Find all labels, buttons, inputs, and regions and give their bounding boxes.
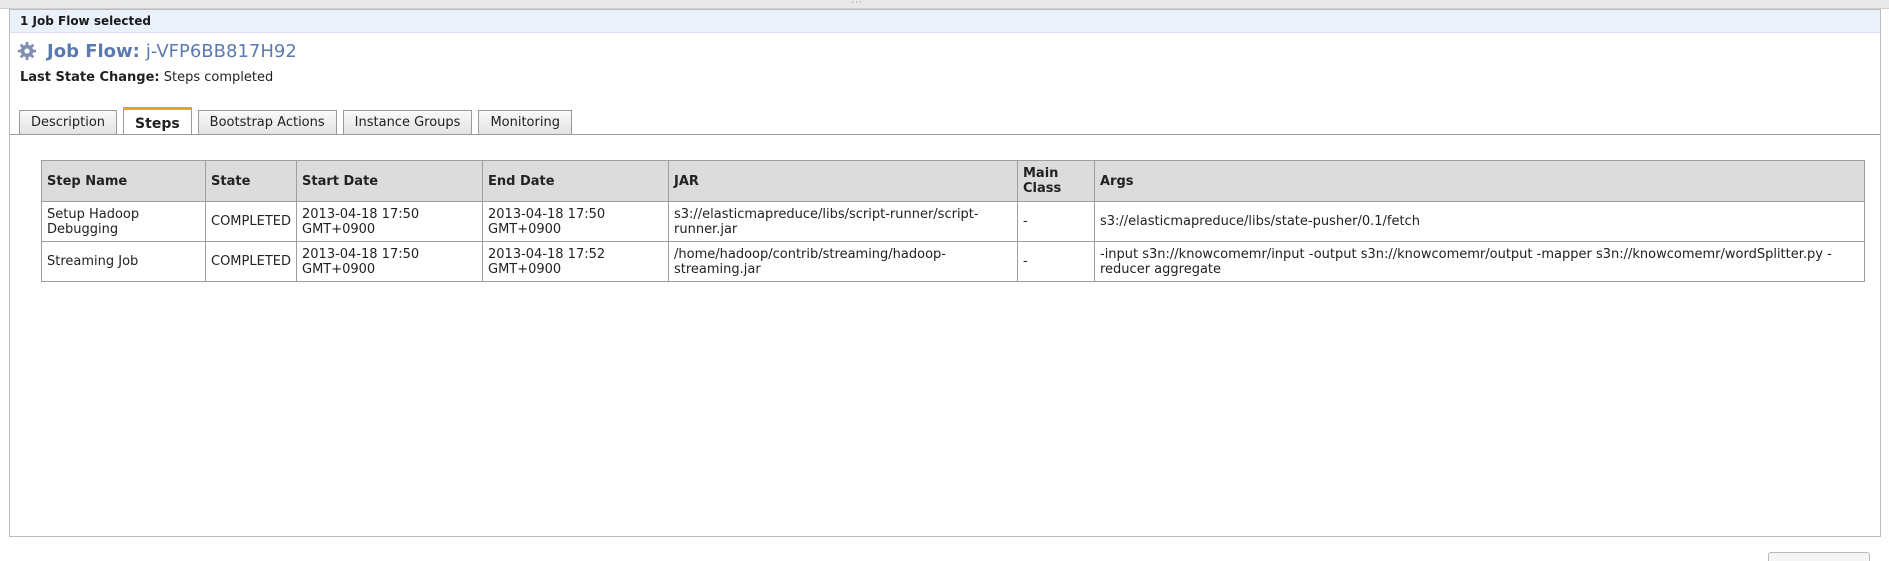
tab-divider bbox=[10, 134, 1880, 135]
cell-args: -input s3n://knowcomemr/input -output s3… bbox=[1094, 241, 1865, 282]
tab-steps[interactable]: Steps bbox=[123, 107, 192, 135]
column-header-state[interactable]: State bbox=[205, 160, 297, 202]
last-state-change-label: Last State Change: bbox=[20, 70, 160, 85]
table-row[interactable]: Streaming Job COMPLETED 2013-04-18 17:50… bbox=[41, 241, 1865, 282]
cell-end-date: 2013-04-18 17:50 GMT+0900 bbox=[482, 201, 669, 242]
panel-resize-handle[interactable]: ··· bbox=[0, 0, 1889, 9]
cell-start-date: 2013-04-18 17:50 GMT+0900 bbox=[296, 241, 483, 282]
selection-count-bar: 1 Job Flow selected bbox=[10, 10, 1880, 33]
cell-main-class: - bbox=[1017, 241, 1095, 282]
grip-icon[interactable]: ··· bbox=[850, 0, 864, 8]
detail-tabs: Description Steps Bootstrap Actions Inst… bbox=[19, 101, 578, 135]
cell-args: s3://elasticmapreduce/libs/state-pusher/… bbox=[1094, 201, 1865, 242]
cell-start-date: 2013-04-18 17:50 GMT+0900 bbox=[296, 201, 483, 242]
column-header-start-date[interactable]: Start Date bbox=[296, 160, 483, 202]
steps-table: Step Name State Start Date End Date JAR … bbox=[41, 160, 1865, 282]
table-row[interactable]: Setup Hadoop Debugging COMPLETED 2013-04… bbox=[41, 201, 1865, 242]
tab-bootstrap-actions[interactable]: Bootstrap Actions bbox=[197, 110, 337, 134]
cell-jar: s3://elasticmapreduce/libs/script-runner… bbox=[668, 201, 1018, 242]
cell-state: COMPLETED bbox=[205, 201, 297, 242]
cell-state: COMPLETED bbox=[205, 241, 297, 282]
last-state-change: Last State Change: Steps completed bbox=[20, 70, 273, 85]
tab-monitoring[interactable]: Monitoring bbox=[478, 110, 572, 134]
column-header-main-class[interactable]: Main Class bbox=[1017, 160, 1095, 202]
table-header-row: Step Name State Start Date End Date JAR … bbox=[41, 160, 1865, 202]
column-header-args[interactable]: Args bbox=[1094, 160, 1865, 202]
cell-end-date: 2013-04-18 17:52 GMT+0900 bbox=[482, 241, 669, 282]
cell-jar: /home/hadoop/contrib/streaming/hadoop-st… bbox=[668, 241, 1018, 282]
column-header-end-date[interactable]: End Date bbox=[482, 160, 669, 202]
job-flow-header: Job Flow: j-VFP6BB817H92 bbox=[17, 39, 297, 63]
job-flow-detail-panel: 1 Job Flow selected Job Flow: j-VFP6BB81… bbox=[9, 9, 1881, 537]
gear-icon bbox=[17, 41, 37, 61]
job-flow-title-label: Job Flow: bbox=[47, 40, 140, 62]
partial-button[interactable] bbox=[1768, 552, 1870, 561]
column-header-jar[interactable]: JAR bbox=[668, 160, 1018, 202]
job-flow-id: j-VFP6BB817H92 bbox=[145, 40, 297, 62]
last-state-change-value: Steps completed bbox=[163, 70, 274, 85]
cell-step-name: Streaming Job bbox=[41, 241, 206, 282]
column-header-step-name[interactable]: Step Name bbox=[41, 160, 206, 202]
tab-instance-groups[interactable]: Instance Groups bbox=[342, 110, 473, 134]
tab-description[interactable]: Description bbox=[19, 110, 118, 134]
cell-main-class: - bbox=[1017, 201, 1095, 242]
cell-step-name: Setup Hadoop Debugging bbox=[41, 201, 206, 242]
